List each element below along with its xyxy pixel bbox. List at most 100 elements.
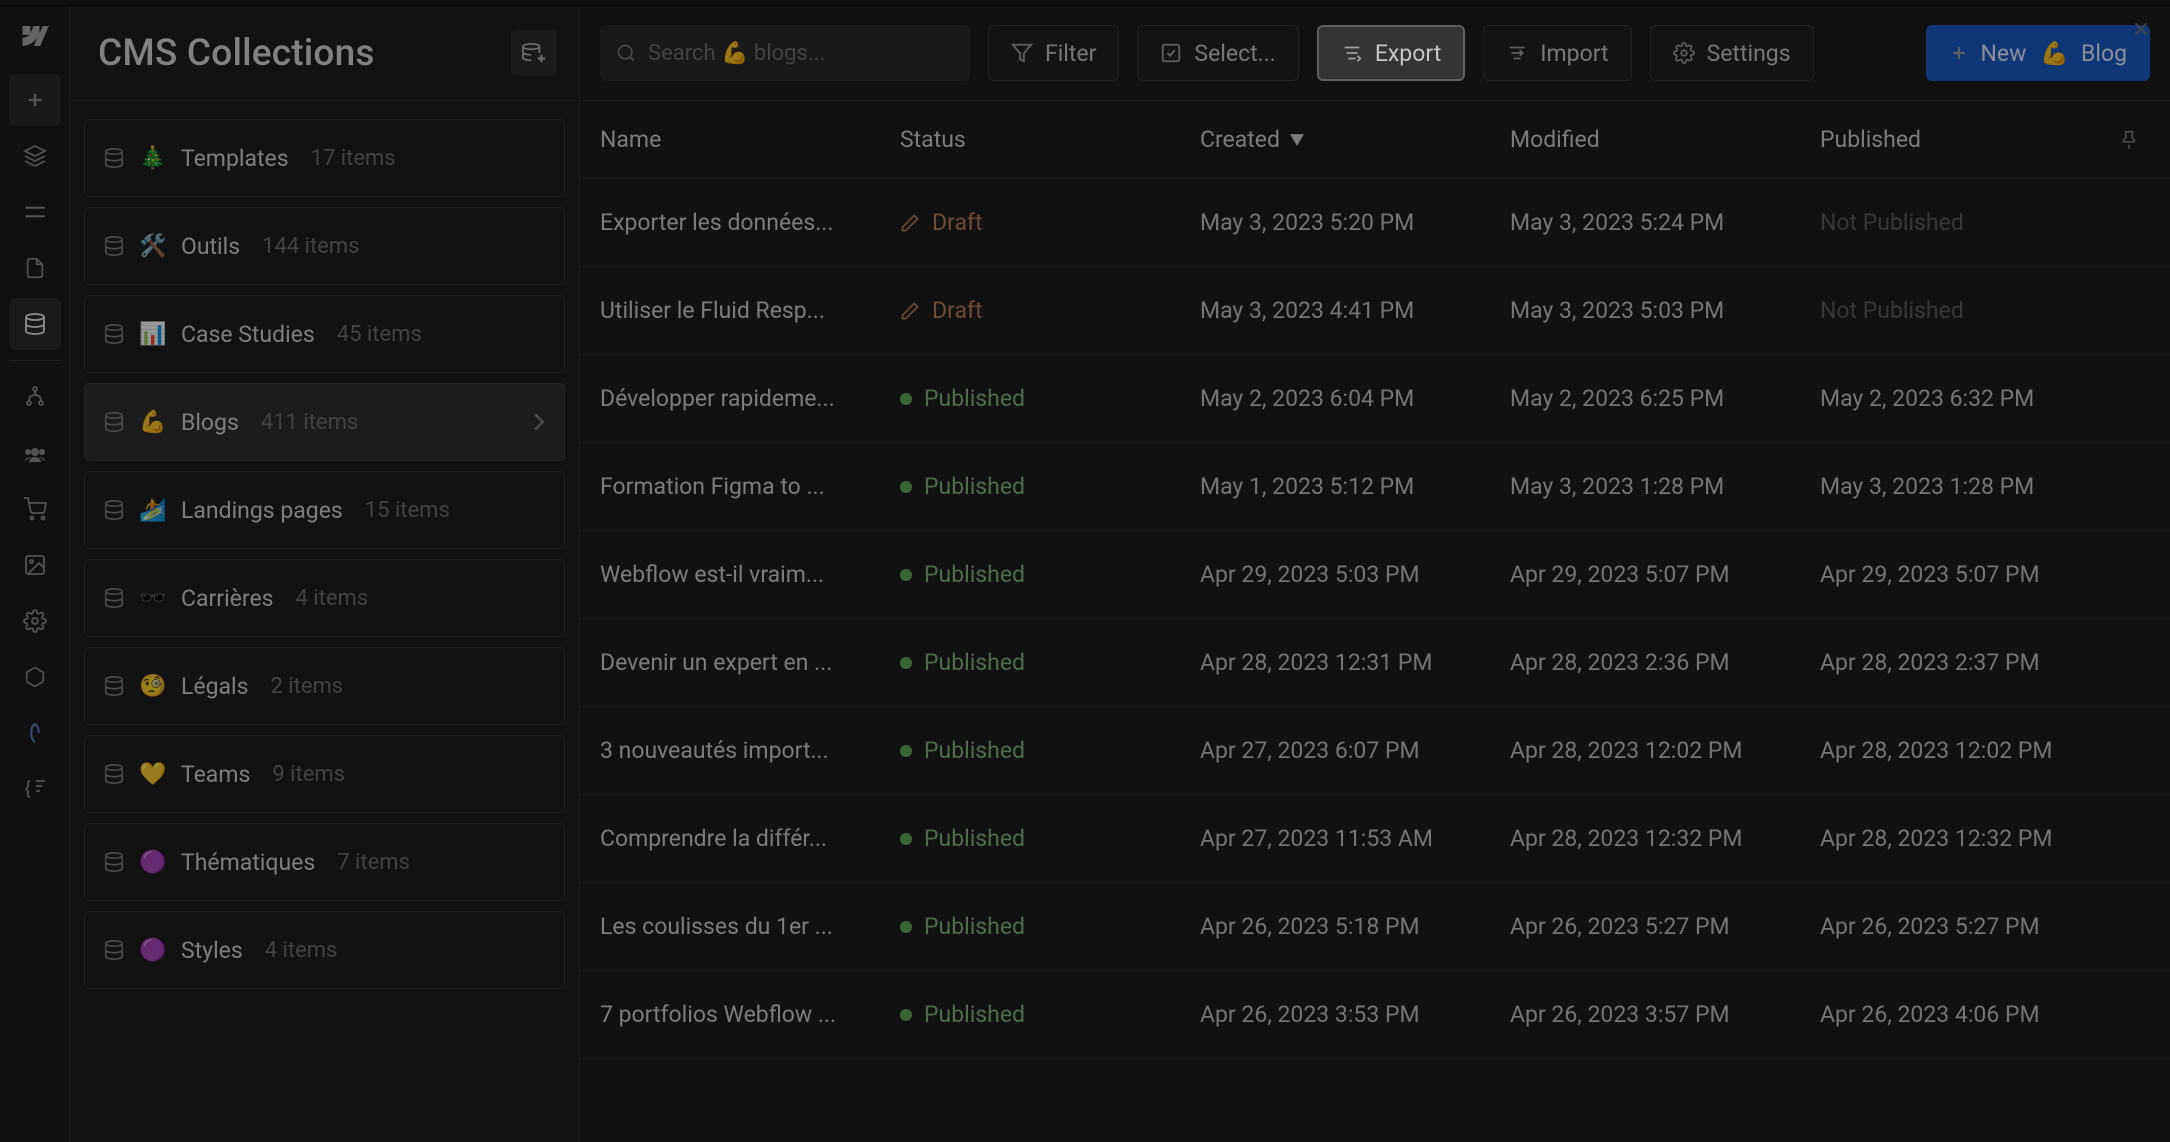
sidebar-item-blogs[interactable]: 💪Blogs411 items <box>84 383 565 461</box>
collection-name: Carrières <box>181 585 274 612</box>
rail-apps-icon[interactable] <box>9 651 61 703</box>
collection-name: Templates <box>181 145 289 172</box>
collection-count: 15 items <box>365 498 450 523</box>
sidebar-item-templates[interactable]: 🎄Templates17 items <box>84 119 565 197</box>
rail-navigator-icon[interactable] <box>9 186 61 238</box>
cell-published: May 2, 2023 6:32 PM <box>1820 385 2140 412</box>
search-input-wrapper[interactable] <box>600 25 970 81</box>
plus-icon <box>1949 43 1969 63</box>
export-button[interactable]: Export <box>1317 25 1465 81</box>
collection-name: Teams <box>181 761 250 788</box>
table-row[interactable]: Formation Figma to ...PublishedMay 1, 20… <box>580 443 2170 531</box>
col-name[interactable]: Name <box>600 126 900 153</box>
cell-published: Not Published <box>1820 209 2140 236</box>
collection-count: 411 items <box>261 410 358 435</box>
cell-created: Apr 29, 2023 5:03 PM <box>1200 561 1510 588</box>
table-row[interactable]: Comprendre la différ...PublishedApr 27, … <box>580 795 2170 883</box>
settings-label: Settings <box>1707 40 1791 67</box>
gear-icon <box>1673 42 1695 64</box>
cell-name: Les coulisses du 1er ... <box>600 913 900 940</box>
col-status[interactable]: Status <box>900 126 1200 153</box>
rail-assets-icon[interactable] <box>9 539 61 591</box>
col-modified[interactable]: Modified <box>1510 126 1820 153</box>
sidebar-item-case-studies[interactable]: 📊Case Studies45 items <box>84 295 565 373</box>
cell-modified: May 2, 2023 6:25 PM <box>1510 385 1820 412</box>
rail-find-icon[interactable] <box>9 763 61 815</box>
cell-created: May 3, 2023 5:20 PM <box>1200 209 1510 236</box>
cell-name: 3 nouveautés import... <box>600 737 900 764</box>
database-icon <box>103 499 125 521</box>
rail-components-icon[interactable] <box>9 130 61 182</box>
cell-name: Devenir un expert en ... <box>600 649 900 676</box>
add-collection-button[interactable] <box>511 30 557 76</box>
rail-pages-icon[interactable] <box>9 242 61 294</box>
sidebar-item-outils[interactable]: 🛠️Outils144 items <box>84 207 565 285</box>
cell-created: Apr 28, 2023 12:31 PM <box>1200 649 1510 676</box>
filter-label: Filter <box>1045 40 1096 67</box>
collection-name: Thématiques <box>181 849 315 876</box>
sidebar-item-landings-pages[interactable]: 🏄Landings pages15 items <box>84 471 565 549</box>
table-row[interactable]: Utiliser le Fluid Resp...DraftMay 3, 202… <box>580 267 2170 355</box>
sidebar-item-styles[interactable]: 🟣Styles4 items <box>84 911 565 989</box>
table-row[interactable]: Les coulisses du 1er ...Published Apr 26,… <box>580 883 2170 971</box>
export-label: Export <box>1375 40 1441 67</box>
rail-variables-icon[interactable] <box>9 707 61 759</box>
table-row[interactable]: 7 portfolios Webflow ...PublishedApr 26,… <box>580 971 2170 1059</box>
collection-emoji: 💛 <box>139 762 167 787</box>
table-row[interactable]: 3 nouveautés import... Published Apr 27, 2… <box>580 707 2170 795</box>
cell-modified: Apr 26, 2023 3:57 PM <box>1510 1001 1820 1028</box>
sidebar-item-thématiques[interactable]: 🟣Thématiques7 items <box>84 823 565 901</box>
new-label-prefix: New <box>1981 40 2027 67</box>
col-published[interactable]: Published <box>1820 126 2118 153</box>
cell-name: Exporter les données... <box>600 209 900 236</box>
status-label: Published <box>924 473 1025 500</box>
status-label: Published <box>924 737 1025 764</box>
collection-emoji: 🛠️ <box>139 234 167 259</box>
search-input[interactable] <box>648 41 954 66</box>
cell-name: 7 portfolios Webflow ... <box>600 1001 900 1028</box>
cell-created: May 3, 2023 4:41 PM <box>1200 297 1510 324</box>
collection-name: Styles <box>181 937 243 964</box>
sidebar-item-teams[interactable]: 💛 Teams 9 items <box>84 735 565 813</box>
cell-name: Utiliser le Fluid Resp... <box>600 297 900 324</box>
cell-published: Apr 28, 2023 12:32 PM <box>1820 825 2140 852</box>
sidebar-item-carrières[interactable]: 🕶️Carrières4 items <box>84 559 565 637</box>
collection-count: 17 items <box>311 146 396 171</box>
collection-count: 9 items <box>272 762 345 787</box>
table-row[interactable]: Devenir un expert en ... Published Apr 28,… <box>580 619 2170 707</box>
rail-logic-icon[interactable] <box>9 371 61 423</box>
cell-name: Webflow est-il vraim... <box>600 561 900 588</box>
cell-published: Apr 26, 2023 5:27 PM <box>1820 913 2140 940</box>
rail-users-icon[interactable] <box>9 427 61 479</box>
status-label: Published <box>924 649 1025 676</box>
filter-icon <box>1011 42 1033 64</box>
cell-status: Published <box>900 473 1200 500</box>
new-blog-button[interactable]: New 💪 Blog <box>1926 25 2151 81</box>
rail-ecommerce-icon[interactable] <box>9 483 61 535</box>
pin-icon[interactable] <box>2118 129 2140 151</box>
settings-button[interactable]: Settings <box>1650 25 1814 81</box>
filter-button[interactable]: Filter <box>988 25 1119 81</box>
table-row[interactable]: Webflow est-il vraim...PublishedApr 29, … <box>580 531 2170 619</box>
status-dot-icon <box>900 745 912 757</box>
left-rail <box>0 6 70 1142</box>
col-created[interactable]: Created <box>1200 126 1510 153</box>
status-dot-icon <box>900 833 912 845</box>
rail-settings-icon[interactable] <box>9 595 61 647</box>
cell-created: Apr 27, 2023 6:07 PM <box>1200 737 1510 764</box>
collection-emoji: 🕶️ <box>139 586 167 611</box>
table-row[interactable]: Exporter les données...DraftMay 3, 2023 … <box>580 179 2170 267</box>
webflow-logo-icon[interactable] <box>15 16 55 56</box>
table-row[interactable]: Développer rapideme...PublishedMay 2, 20… <box>580 355 2170 443</box>
status-dot-icon <box>900 569 912 581</box>
cell-status: Published <box>900 913 1200 940</box>
rail-cms-icon[interactable] <box>9 298 61 350</box>
cell-modified: Apr 26, 2023 5:27 PM <box>1510 913 1820 940</box>
select-button[interactable]: Select... <box>1137 25 1298 81</box>
import-button[interactable]: Import <box>1483 25 1631 81</box>
close-icon[interactable] <box>2130 18 2152 40</box>
rail-add-button[interactable] <box>9 74 61 126</box>
pencil-icon <box>900 301 920 321</box>
sidebar-item-légals[interactable]: 🧐Légals2 items <box>84 647 565 725</box>
cell-modified: Apr 28, 2023 12:32 PM <box>1510 825 1820 852</box>
